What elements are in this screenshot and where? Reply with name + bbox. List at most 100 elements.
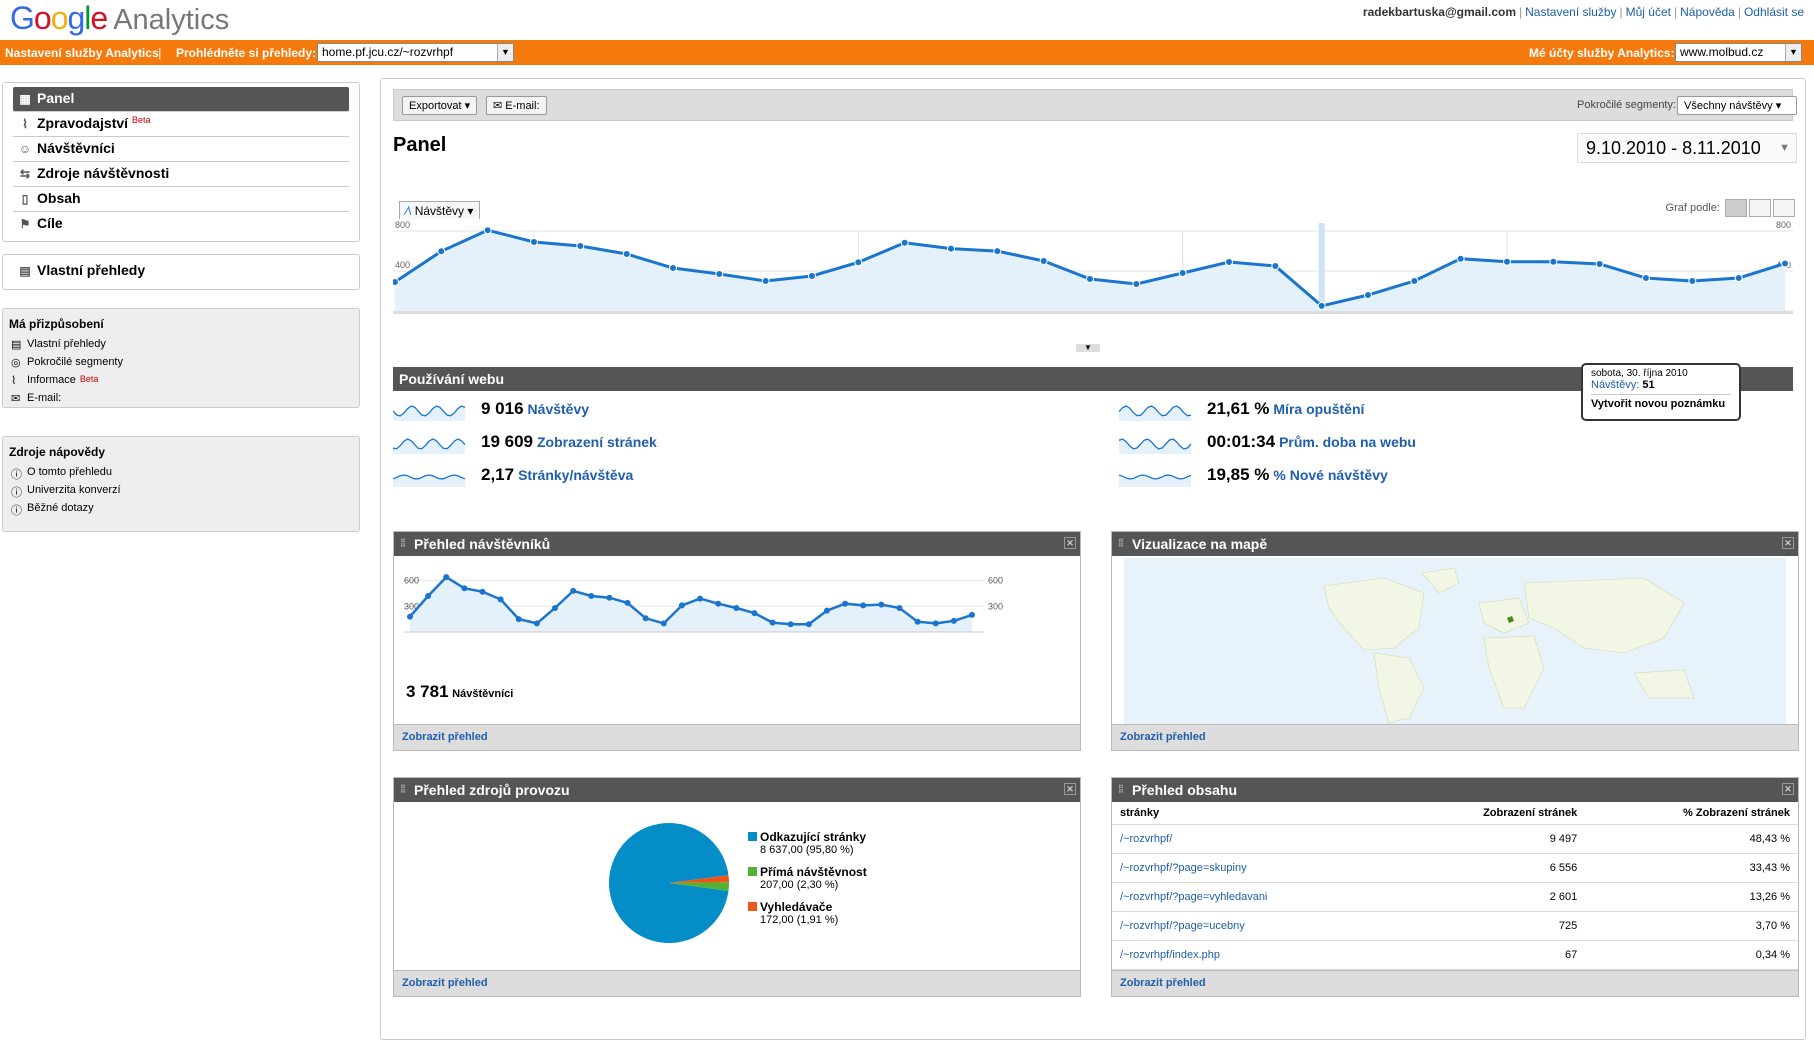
- google-analytics-logo[interactable]: Google Analytics: [10, 0, 229, 37]
- data-point[interactable]: [606, 594, 613, 601]
- data-point[interactable]: [1503, 257, 1511, 266]
- data-point[interactable]: [1456, 254, 1465, 263]
- link-my-account[interactable]: Můj účet: [1626, 5, 1671, 19]
- drag-handle-icon[interactable]: ⣿: [1118, 538, 1126, 548]
- view-report-link[interactable]: Zobrazit přehled: [1112, 724, 1798, 750]
- data-point[interactable]: [407, 613, 413, 620]
- data-point[interactable]: [1364, 291, 1372, 299]
- advanced-segments-item[interactable]: ◎ Pokročilé segmenty: [3, 353, 359, 371]
- help-item-about[interactable]: ⓘ O tomto přehledu: [3, 463, 359, 481]
- world-map[interactable]: [1124, 558, 1786, 724]
- page-link[interactable]: /~rozvrhpf/?page=vyhledavani: [1112, 882, 1395, 912]
- data-point[interactable]: [914, 618, 921, 625]
- data-point[interactable]: [425, 593, 432, 599]
- data-point[interactable]: [515, 616, 522, 623]
- data-point[interactable]: [769, 619, 776, 626]
- page-link[interactable]: /~rozvrhpf/?page=ucebny: [1112, 911, 1395, 941]
- data-point[interactable]: [751, 610, 758, 617]
- data-point[interactable]: [896, 605, 903, 611]
- profile-select[interactable]: home.pf.jcu.cz/~rozvrhpf ▼: [317, 43, 514, 62]
- data-point[interactable]: [576, 242, 585, 250]
- close-icon[interactable]: ✕: [1064, 537, 1076, 549]
- data-point[interactable]: [715, 600, 722, 607]
- data-point[interactable]: [552, 605, 559, 611]
- data-point[interactable]: [761, 277, 770, 285]
- data-point[interactable]: [1410, 277, 1419, 285]
- data-point[interactable]: [1595, 260, 1604, 268]
- link-settings[interactable]: Nastavení služby: [1525, 5, 1616, 19]
- metric-label-link[interactable]: Stránky/návštěva: [518, 467, 633, 483]
- page-link[interactable]: /~rozvrhpf/index.php: [1112, 940, 1395, 970]
- create-annotation-link[interactable]: Vytvořit novou poznámku: [1591, 394, 1731, 410]
- sidebar-item-goals[interactable]: ⚑ Cíle: [13, 212, 349, 237]
- data-point[interactable]: [787, 621, 794, 628]
- metric-selector[interactable]: ⁄\ Návštěvy ▾: [399, 201, 481, 221]
- data-point[interactable]: [854, 258, 863, 267]
- page-link[interactable]: /~rozvrhpf/: [1112, 824, 1395, 854]
- data-point[interactable]: [533, 620, 540, 627]
- data-point[interactable]: [860, 602, 867, 609]
- data-point[interactable]: [1039, 257, 1048, 265]
- legend-item[interactable]: Odkazující stránky 8 637,00 (95,80 %): [748, 830, 866, 856]
- data-point[interactable]: [1178, 269, 1187, 277]
- metric-label-link[interactable]: Míra opuštění: [1273, 401, 1364, 417]
- data-point[interactable]: [660, 620, 667, 627]
- view-report-link[interactable]: Zobrazit přehled: [394, 724, 1080, 750]
- sidebar-item-panel[interactable]: ▦ Panel: [13, 87, 349, 112]
- custom-reports-item[interactable]: ▤ Vlastní přehledy: [3, 335, 359, 353]
- data-point[interactable]: [900, 238, 909, 247]
- link-help[interactable]: Nápověda: [1680, 5, 1735, 19]
- email-item[interactable]: ✉ E-mail:: [3, 389, 359, 407]
- legend-item[interactable]: Přímá návštěvnost 207,00 (2,30 %): [748, 865, 867, 891]
- data-point[interactable]: [1734, 274, 1743, 282]
- drag-handle-icon[interactable]: ⣿: [400, 538, 408, 548]
- data-point[interactable]: [878, 601, 885, 608]
- segment-select[interactable]: Všechny návštěvy ▾: [1677, 96, 1797, 115]
- metric-label-link[interactable]: % Nové návštěvy: [1273, 467, 1387, 483]
- data-point[interactable]: [715, 270, 724, 278]
- data-point[interactable]: [733, 605, 740, 611]
- data-point[interactable]: [805, 621, 812, 628]
- data-point[interactable]: [497, 596, 504, 603]
- data-point[interactable]: [1086, 275, 1094, 283]
- account-select[interactable]: www.molbud.cz ▼: [1675, 43, 1802, 62]
- sidebar-item-reporting[interactable]: ⌇ Zpravodajství Beta: [13, 112, 349, 137]
- data-point[interactable]: [808, 272, 816, 280]
- data-point[interactable]: [1132, 280, 1141, 288]
- date-range-picker[interactable]: 9.10.2010 - 8.11.2010 ▼: [1577, 133, 1797, 163]
- chart-expand-handle[interactable]: ▼: [1076, 344, 1100, 352]
- intelligence-item[interactable]: ⌇ Informace Beta: [3, 371, 359, 389]
- data-point[interactable]: [570, 587, 577, 594]
- data-point[interactable]: [950, 617, 957, 624]
- data-point[interactable]: [1642, 274, 1650, 282]
- custom-reports-link[interactable]: ▤ Vlastní přehledy: [13, 259, 349, 284]
- data-point[interactable]: [437, 247, 446, 256]
- data-point[interactable]: [1225, 258, 1233, 266]
- sidebar-item-traffic-sources[interactable]: ⇆ Zdroje návštěvnosti: [13, 162, 349, 187]
- data-point[interactable]: [823, 607, 830, 614]
- data-point[interactable]: [1688, 277, 1697, 285]
- data-point[interactable]: [642, 615, 649, 622]
- drag-handle-icon[interactable]: ⣿: [400, 784, 408, 794]
- graph-by-day-button[interactable]: [1725, 199, 1747, 217]
- page-link[interactable]: /~rozvrhpf/?page=skupiny: [1112, 853, 1395, 883]
- data-point[interactable]: [678, 602, 685, 609]
- metric-label-link[interactable]: Zobrazení stránek: [537, 434, 657, 450]
- data-point[interactable]: [483, 226, 492, 235]
- data-point[interactable]: [461, 585, 468, 592]
- close-icon[interactable]: ✕: [1782, 783, 1794, 795]
- data-point[interactable]: [1271, 262, 1280, 270]
- data-point[interactable]: [1549, 257, 1558, 266]
- data-point[interactable]: [530, 238, 538, 246]
- graph-by-week-button[interactable]: [1749, 199, 1771, 217]
- view-report-link[interactable]: Zobrazit přehled: [394, 970, 1080, 996]
- data-point[interactable]: [697, 595, 704, 602]
- data-point[interactable]: [622, 250, 631, 258]
- drag-handle-icon[interactable]: ⣿: [1118, 784, 1126, 794]
- data-point[interactable]: [969, 611, 975, 618]
- metric-label-link[interactable]: Návštěvy: [528, 401, 590, 417]
- data-point[interactable]: [947, 244, 955, 253]
- legend-item[interactable]: Vyhledávače 172,00 (1,91 %): [748, 900, 838, 926]
- analytics-settings-link[interactable]: Nastavení služby Analytics: [5, 46, 159, 60]
- data-point[interactable]: [479, 588, 486, 595]
